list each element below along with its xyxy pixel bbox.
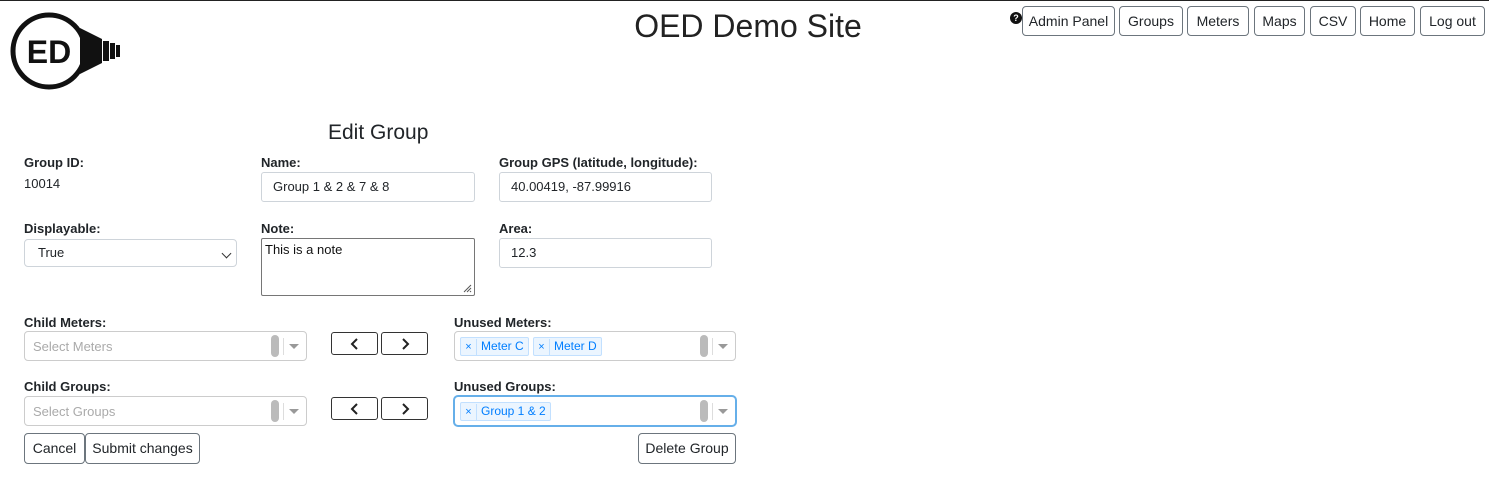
meter-d-chip[interactable]: × Meter D: [533, 337, 602, 356]
select-separator: [712, 338, 713, 355]
unused-groups-select[interactable]: × Group 1 & 2: [454, 396, 736, 426]
nav-maps-button[interactable]: Maps: [1254, 6, 1305, 36]
scrollbar-thumb[interactable]: [700, 335, 708, 357]
unused-meters-label: Unused Meters:: [454, 315, 552, 330]
submit-changes-button[interactable]: Submit changes: [85, 433, 200, 464]
name-input[interactable]: Group 1 & 2 & 7 & 8: [261, 172, 475, 202]
nav-logout-button[interactable]: Log out: [1420, 6, 1485, 36]
child-groups-label: Child Groups:: [24, 379, 111, 394]
group-1-2-chip[interactable]: × Group 1 & 2: [460, 402, 551, 421]
top-border: [0, 0, 1489, 1]
chevron-left-icon: [350, 403, 358, 415]
note-textarea[interactable]: This is a note: [261, 238, 475, 296]
chevron-right-icon: [402, 338, 410, 350]
chip-label: Meter D: [554, 339, 597, 353]
move-to-child-groups-button[interactable]: [331, 397, 378, 420]
scrollbar-thumb[interactable]: [271, 335, 279, 357]
chevron-down-icon: [221, 248, 232, 259]
dropdown-arrow-icon[interactable]: [289, 409, 299, 414]
delete-group-button[interactable]: Delete Group: [638, 433, 736, 464]
displayable-label: Displayable:: [24, 221, 101, 236]
note-label: Note:: [261, 221, 295, 236]
scrollbar-thumb[interactable]: [700, 400, 708, 422]
page-title: Edit Group: [328, 121, 429, 144]
nav-meters-button[interactable]: Meters: [1187, 6, 1249, 36]
unused-groups-label: Unused Groups:: [454, 379, 556, 394]
child-meters-select[interactable]: Select Meters: [24, 331, 307, 361]
child-groups-select[interactable]: Select Groups: [24, 396, 307, 426]
group-id-value: 10014: [24, 176, 61, 191]
select-separator: [283, 338, 284, 355]
nav-csv-button[interactable]: CSV: [1310, 6, 1356, 36]
meter-c-chip[interactable]: × Meter C: [460, 337, 529, 356]
nav-admin-panel-button[interactable]: Admin Panel: [1022, 6, 1115, 36]
name-label: Name:: [261, 155, 301, 170]
area-input[interactable]: 12.3: [499, 238, 712, 268]
gps-label: Group GPS (latitude, longitude):: [499, 155, 698, 170]
unused-meters-select[interactable]: × Meter C × Meter D: [454, 331, 736, 361]
note-value: This is a note: [265, 242, 343, 257]
area-label: Area:: [499, 221, 533, 236]
nav-home-button[interactable]: Home: [1360, 6, 1415, 36]
remove-chip-icon[interactable]: ×: [461, 404, 477, 421]
scrollbar-thumb[interactable]: [271, 400, 279, 422]
select-separator: [712, 403, 713, 420]
select-separator: [283, 403, 284, 420]
move-to-unused-meters-button[interactable]: [381, 332, 428, 355]
move-to-child-meters-button[interactable]: [331, 332, 378, 355]
displayable-value: True: [38, 245, 65, 260]
cancel-button[interactable]: Cancel: [24, 433, 85, 464]
child-groups-placeholder: Select Groups: [33, 404, 116, 419]
group-id-label: Group ID:: [24, 155, 84, 170]
remove-chip-icon[interactable]: ×: [461, 339, 477, 356]
nav-groups-button[interactable]: Groups: [1119, 6, 1183, 36]
chevron-right-icon: [402, 403, 410, 415]
chip-label: Group 1 & 2: [481, 404, 546, 418]
chip-label: Meter C: [481, 339, 524, 353]
dropdown-arrow-icon[interactable]: [718, 409, 728, 414]
remove-chip-icon[interactable]: ×: [534, 339, 550, 356]
child-meters-placeholder: Select Meters: [33, 339, 113, 354]
child-meters-label: Child Meters:: [24, 315, 107, 330]
chevron-left-icon: [350, 338, 358, 350]
resize-grip-icon[interactable]: [463, 284, 472, 293]
displayable-select[interactable]: True: [24, 239, 237, 267]
help-icon[interactable]: ?: [1010, 12, 1022, 24]
dropdown-arrow-icon[interactable]: [289, 344, 299, 349]
move-to-unused-groups-button[interactable]: [381, 397, 428, 420]
dropdown-arrow-icon[interactable]: [718, 344, 728, 349]
gps-input[interactable]: 40.00419, -87.99916: [499, 172, 712, 202]
